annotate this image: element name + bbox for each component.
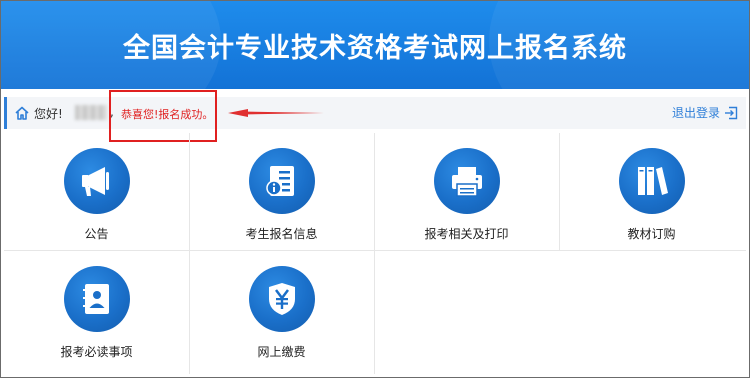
printer-icon [433,148,500,214]
menu-item-must-read[interactable]: 报考必读事项 [4,251,189,368]
annotation-arrow-icon [228,109,324,117]
menu-item-online-payment[interactable]: 网上缴费 [189,251,374,368]
menu-item-label: 报考相关及打印 [424,227,509,241]
header-banner: 全国会计专业技术资格考试网上报名系统 [1,1,749,89]
menu-item-label: 公告 [84,227,109,241]
menu-item-announcement[interactable]: 公告 [4,133,189,250]
page-title: 全国会计专业技术资格考试网上报名系统 [123,32,627,64]
contact-book-icon [63,266,130,332]
logout-label: 退出登录 [671,106,720,120]
menu-item-print[interactable]: 报考相关及打印 [374,133,559,250]
logout-button[interactable]: 退出登录 [672,104,738,121]
menu-item-label: 考生报名信息 [245,227,318,241]
document-info-icon [248,148,315,214]
books-icon [618,148,685,214]
home-icon[interactable] [14,105,30,121]
menu-grid: 公告 考生报名信息 报考相关及打印 教材订购 报考必读事项 网上缴费 [4,133,746,374]
username-redacted [75,105,107,120]
logout-icon [725,106,738,119]
menu-item-label: 网上缴费 [257,345,306,359]
menu-item-textbook-order[interactable]: 教材订购 [559,133,744,250]
menu-item-label: 报考必读事项 [60,345,133,359]
megaphone-icon [63,148,130,214]
menu-item-registration-info[interactable]: 考生报名信息 [189,133,374,250]
yuan-shield-icon [248,266,315,332]
greeting-text: 您好! [34,107,63,121]
menu-item-label: 教材订购 [627,227,676,241]
